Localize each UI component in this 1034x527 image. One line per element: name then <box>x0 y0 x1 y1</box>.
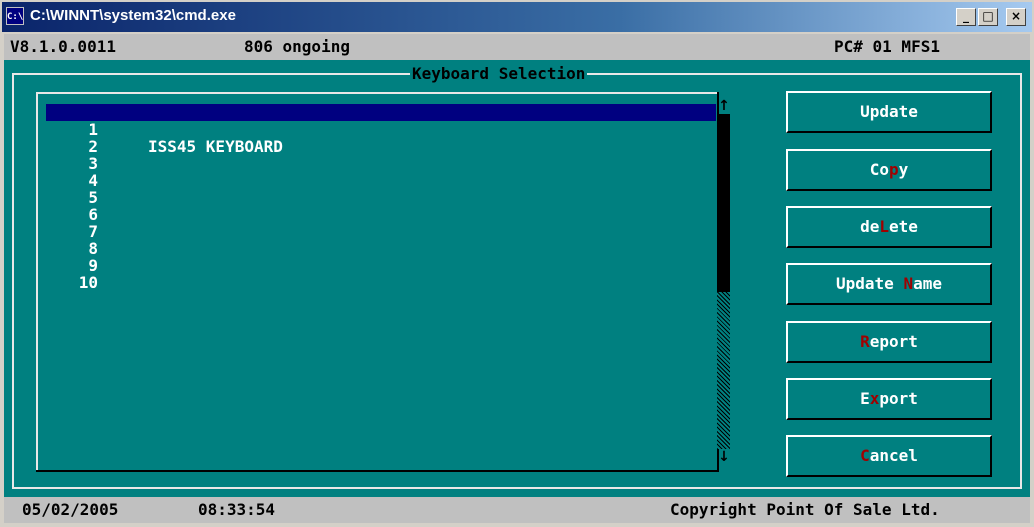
update-button[interactable]: Update <box>786 91 992 133</box>
button-label: E <box>860 389 870 408</box>
list-item[interactable]: 6 <box>46 189 716 223</box>
copyright-label: Copyright Point Of Sale Ltd. <box>670 500 940 519</box>
close-button[interactable]: × <box>1006 8 1026 26</box>
pc-label: PC# 01 MFS1 <box>834 37 940 56</box>
delete-button[interactable]: deLete <box>786 206 992 248</box>
listbox-border <box>36 92 719 94</box>
console-area: V8.1.0.0011 806 ongoing PC# 01 MFS1 Keyb… <box>4 34 1030 523</box>
button-label: de <box>860 217 880 236</box>
cancel-button[interactable]: Cancel <box>786 435 992 477</box>
list-item[interactable]: 7 <box>46 206 716 240</box>
scroll-down-icon[interactable]: ↓ <box>716 449 732 465</box>
report-button[interactable]: Report <box>786 321 992 363</box>
version-label: V8.1.0.0011 <box>10 37 116 56</box>
bottom-status-bar: 05/02/2005 08:33:54 Copyright Point Of S… <box>4 497 1030 523</box>
hotkey-letter: L <box>879 217 889 236</box>
hotkey-letter: N <box>903 274 914 293</box>
list-item[interactable]: 4 <box>46 155 716 189</box>
export-button[interactable]: Export <box>786 378 992 420</box>
update-name-button[interactable]: Update Name <box>786 263 992 305</box>
hotkey-letter: x <box>869 389 880 408</box>
date-label: 05/02/2005 <box>22 500 119 519</box>
window-title: C:\WINNT\system32\cmd.exe <box>30 7 236 24</box>
hotkey-letter: R <box>860 332 870 351</box>
listbox-border <box>36 92 38 472</box>
title-bar[interactable]: C:\ C:\WINNT\system32\cmd.exe _ □ × <box>2 2 1032 32</box>
hotkey-letter: p <box>888 160 899 179</box>
cmd-icon[interactable]: C:\ <box>6 7 24 25</box>
button-label: Update <box>836 274 904 293</box>
listbox-border <box>36 470 719 472</box>
button-label: Update <box>860 102 918 121</box>
minimize-button[interactable]: _ <box>956 8 976 26</box>
scrollbar-thumb[interactable] <box>717 114 730 292</box>
list-item[interactable]: 2 <box>46 121 716 155</box>
button-label: ame <box>913 274 942 293</box>
list-item-number: 10 <box>78 273 98 292</box>
list-item[interactable]: 3 <box>46 138 716 172</box>
top-status-bar: V8.1.0.0011 806 ongoing PC# 01 MFS1 <box>4 34 1030 60</box>
dialog-title: Keyboard Selection <box>410 64 588 83</box>
button-label: port <box>879 389 918 408</box>
frame-border <box>12 73 14 489</box>
list-item[interactable]: 10 <box>46 257 716 291</box>
button-label: ete <box>889 217 918 236</box>
scroll-up-icon[interactable]: ↑ <box>716 98 732 114</box>
button-label: ancel <box>869 446 918 465</box>
hotkey-letter: C <box>860 446 870 465</box>
button-label: y <box>898 160 909 179</box>
button-label: eport <box>869 332 918 351</box>
list-item[interactable]: 9 <box>46 240 716 274</box>
list-item[interactable]: 8 <box>46 223 716 257</box>
frame-border <box>12 487 1022 489</box>
list-item[interactable]: 5 <box>46 172 716 206</box>
time-label: 08:33:54 <box>198 500 276 519</box>
status-label: 806 ongoing <box>244 37 350 56</box>
maximize-button[interactable]: □ <box>978 8 998 26</box>
list-item-selected[interactable]: 1 ISS45 KEYBOARD <box>46 104 716 155</box>
button-label: Co <box>869 160 889 179</box>
console-window: C:\ C:\WINNT\system32\cmd.exe _ □ × V8.1… <box>0 0 1034 527</box>
copy-button[interactable]: Copy <box>786 149 992 191</box>
frame-border <box>1020 73 1022 489</box>
